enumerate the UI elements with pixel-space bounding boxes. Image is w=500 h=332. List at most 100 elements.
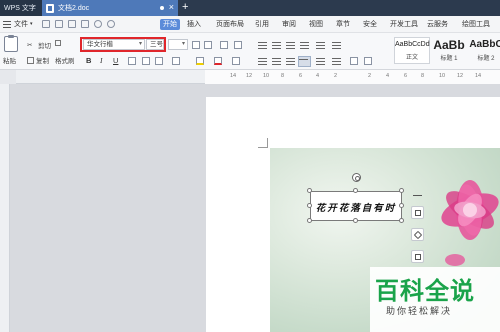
ruler-number: 8	[421, 73, 425, 79]
layout-icon	[415, 210, 421, 216]
redo-icon[interactable]	[107, 20, 115, 28]
bold-button[interactable]: B	[86, 56, 91, 65]
menu-view[interactable]: 视图	[309, 19, 323, 30]
horizontal-ruler[interactable]: 14 12 10 8 6 4 2 2 4 6 8 10 12 14	[16, 70, 500, 84]
clipboard-icon	[4, 35, 18, 52]
menu-review[interactable]: 审阅	[282, 19, 296, 30]
superscript-icon[interactable]	[142, 57, 150, 65]
menu-page-layout[interactable]: 页面布局	[216, 19, 244, 30]
decrease-indent-icon[interactable]	[286, 42, 295, 49]
font-color-icon[interactable]	[214, 57, 222, 65]
preview-icon[interactable]	[81, 20, 89, 28]
paste-button[interactable]: 粘贴	[0, 33, 24, 70]
align-center-icon[interactable]	[272, 58, 281, 65]
vertical-ruler[interactable]	[0, 84, 10, 332]
menu-chapter[interactable]: 章节	[336, 19, 350, 30]
app-tab-label: WPS 文字	[4, 5, 36, 12]
clear-format-icon[interactable]	[234, 41, 242, 49]
shrink-font-icon[interactable]	[204, 41, 212, 49]
watermark-subtitle: 助你轻松解决	[386, 306, 453, 316]
document-tab[interactable]: 文档2.doc ×	[42, 0, 178, 16]
line-spacing-icon[interactable]	[332, 58, 341, 65]
quick-access	[42, 20, 115, 28]
ruler-number: 6	[404, 73, 408, 79]
ribbon-toolbar: 粘贴 ✂ 剪切 复制 格式刷 华文行楷 ▾ 三号 ▾ B I U AaBbCcD…	[0, 33, 500, 70]
format-painter-button[interactable]	[55, 40, 63, 46]
shading-icon[interactable]	[350, 57, 358, 65]
minus-button[interactable]	[411, 189, 424, 202]
chinese-layout-icon[interactable]	[316, 42, 325, 49]
resize-handle-right[interactable]	[399, 203, 404, 208]
menu-bar: 文件 ▾ 开始 插入 页面布局 引用 审阅 视图 章节 安全 开发工具 云服务 …	[0, 16, 500, 33]
style-normal[interactable]: AaBbCcDd 正文	[394, 37, 430, 64]
copy-icon	[27, 56, 34, 64]
margin-mark	[258, 138, 268, 148]
char-shading-icon[interactable]	[232, 57, 240, 65]
fill-button[interactable]	[411, 228, 424, 241]
change-case-icon[interactable]	[220, 41, 228, 49]
copy-label: 复制	[36, 58, 49, 65]
rotate-handle-icon[interactable]	[352, 173, 361, 182]
ruler-number: 4	[316, 73, 320, 79]
new-tab-icon[interactable]: +	[182, 1, 188, 13]
undo-icon[interactable]	[94, 20, 102, 28]
format-painter-label-button[interactable]: 格式刷	[55, 55, 75, 65]
print-icon[interactable]	[68, 20, 76, 28]
resize-handle-top[interactable]	[353, 188, 358, 193]
ruler-number: 6	[299, 73, 303, 79]
text-effect-icon[interactable]	[172, 57, 180, 65]
outline-button[interactable]	[411, 250, 424, 263]
scissors-icon: ✂	[27, 41, 33, 49]
align-left-icon[interactable]	[258, 58, 267, 65]
save-icon[interactable]	[55, 20, 63, 28]
menu-developer[interactable]: 开发工具	[390, 19, 418, 30]
numbering-icon[interactable]	[272, 42, 281, 49]
italic-button[interactable]: I	[100, 56, 103, 65]
style-heading-1[interactable]: AaBb 标题 1	[431, 37, 467, 64]
menu-drawing-tools[interactable]: 绘图工具	[462, 19, 490, 30]
size-dropdown[interactable]: ▾	[168, 39, 188, 50]
borders-icon[interactable]	[364, 57, 372, 65]
align-right-icon[interactable]	[286, 58, 295, 65]
ruler-number: 14	[230, 73, 237, 79]
distributed-icon[interactable]	[316, 58, 325, 65]
bullets-icon[interactable]	[258, 42, 267, 49]
menu-security[interactable]: 安全	[363, 19, 377, 30]
resize-handle-bl[interactable]	[307, 218, 312, 223]
open-icon[interactable]	[42, 20, 50, 28]
strikethrough-icon[interactable]	[128, 57, 136, 65]
layout-options-button[interactable]	[411, 206, 424, 219]
menu-insert[interactable]: 插入	[187, 19, 201, 30]
document-icon	[46, 3, 54, 13]
menu-cloud[interactable]: 云服务	[427, 19, 448, 30]
paste-label: 粘贴	[3, 58, 16, 65]
resize-handle-left[interactable]	[307, 203, 312, 208]
grow-font-icon[interactable]	[192, 41, 200, 49]
copy-button[interactable]: 复制	[27, 55, 49, 65]
highlight-color-icon[interactable]	[196, 57, 204, 65]
style-sample: AaBbC	[469, 39, 500, 50]
sort-icon[interactable]	[332, 42, 341, 49]
watermark-logo: 百科全说	[375, 277, 475, 305]
ruler-number: 4	[386, 73, 390, 79]
file-menu[interactable]: 文件 ▾	[3, 19, 33, 29]
app-tab[interactable]: WPS 文字	[0, 0, 42, 16]
resize-handle-tl[interactable]	[307, 188, 312, 193]
menu-home[interactable]: 开始	[160, 19, 180, 30]
style-heading-2[interactable]: AaBbC 标题 2	[468, 37, 500, 64]
resize-handle-br[interactable]	[399, 218, 404, 223]
underline-button[interactable]: U	[113, 56, 118, 65]
resize-handle-tr[interactable]	[399, 188, 404, 193]
resize-handle-bottom[interactable]	[353, 218, 358, 223]
close-icon[interactable]: ×	[169, 2, 174, 12]
selected-text-box[interactable]: 花开花落自有时	[310, 191, 402, 221]
justify-icon[interactable]	[298, 56, 311, 67]
subscript-icon[interactable]	[155, 57, 163, 65]
cut-label: 剪切	[38, 43, 51, 50]
text-box-content[interactable]: 花开花落自有时	[311, 200, 401, 214]
increase-indent-icon[interactable]	[300, 42, 309, 49]
cut-button[interactable]: ✂ 剪切	[27, 40, 51, 51]
menu-references[interactable]: 引用	[255, 19, 269, 30]
format-painter-label: 格式刷	[55, 58, 75, 65]
minus-icon	[413, 195, 422, 196]
